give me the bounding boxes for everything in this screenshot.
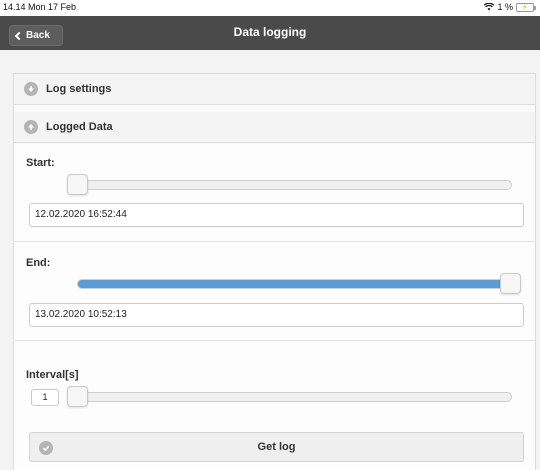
end-datetime-field[interactable]: 13.02.2020 10:52:13 — [29, 303, 524, 327]
start-section: Start: 12.02.2020 16:52:44 — [14, 144, 535, 242]
start-slider-handle[interactable] — [67, 174, 88, 195]
logged-data-label: Logged Data — [46, 121, 113, 133]
log-settings-header[interactable]: Log settings — [14, 74, 535, 105]
interval-slider-handle[interactable] — [67, 386, 88, 407]
chevron-down-circle-icon — [24, 82, 38, 96]
status-system-icons: 1 % ⚡ — [484, 2, 536, 12]
check-circle-icon — [39, 441, 53, 455]
chevron-up-circle-icon — [24, 120, 38, 134]
interval-value-field[interactable]: 1 — [31, 389, 59, 406]
wifi-icon — [484, 3, 495, 11]
battery-percent: 1 % — [497, 2, 513, 12]
end-slider-fill — [78, 280, 513, 288]
start-label: Start: — [26, 157, 55, 169]
log-settings-label: Log settings — [46, 83, 112, 95]
end-slider-handle[interactable] — [500, 273, 521, 294]
header-bar: Back Data logging — [0, 16, 540, 50]
interval-label: Interval[s] — [26, 369, 79, 381]
end-slider[interactable] — [77, 279, 514, 289]
status-bar: 14.14 Mon 17 Feb 1 % ⚡ — [0, 0, 540, 16]
app-window: 14.14 Mon 17 Feb 1 % ⚡ Back Data logging… — [0, 0, 540, 470]
battery-icon: ⚡ — [516, 2, 536, 12]
get-log-button[interactable]: Get log — [29, 432, 524, 462]
logged-data-header[interactable]: Logged Data — [14, 112, 535, 143]
start-slider[interactable] — [77, 180, 512, 190]
page-title: Data logging — [233, 25, 307, 39]
interval-slider[interactable] — [77, 392, 512, 402]
start-datetime-field[interactable]: 12.02.2020 16:52:44 — [29, 203, 524, 227]
status-time: 14.14 Mon 17 Feb — [3, 2, 77, 12]
interval-section: Interval[s] 1 Get log — [14, 341, 535, 470]
end-section: End: 13.02.2020 10:52:13 — [14, 242, 535, 341]
content-panel: Log settings Logged Data Start: 12.02.20… — [13, 73, 536, 470]
end-label: End: — [26, 257, 51, 269]
get-log-label: Get log — [257, 441, 296, 453]
